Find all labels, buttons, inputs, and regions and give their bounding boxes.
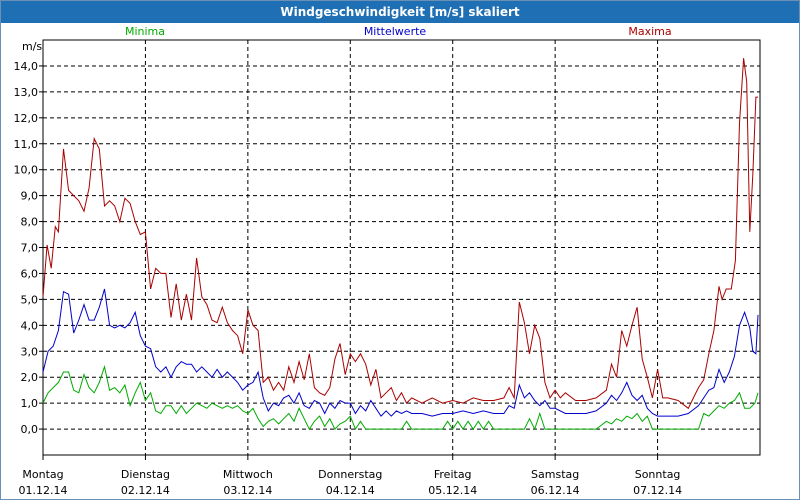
x-tick-date: 07.12.14 bbox=[633, 484, 682, 497]
y-tick-label: 3,0 bbox=[21, 345, 39, 358]
y-tick-label: 5,0 bbox=[21, 293, 39, 306]
x-tick-day: Mittwoch bbox=[223, 468, 273, 481]
y-tick-label: 14,0 bbox=[14, 60, 39, 73]
x-tick-day: Dienstag bbox=[121, 468, 170, 481]
y-axis-ticks: 14,0 13,0 12,0 11,0 10,0 9,0 8,0 7,0 6,0 5,0 4,0 3,… bbox=[14, 60, 43, 436]
x-tick-day: Donnerstag bbox=[318, 468, 382, 481]
x-axis-ticks: Montag 01.12.14 Dienstag 02.12.14 Mittwoch 03… bbox=[19, 455, 682, 497]
x-tick-date: 03.12.14 bbox=[223, 484, 272, 497]
series-line-minima bbox=[42, 364, 759, 431]
y-tick-label: 2,0 bbox=[21, 371, 39, 384]
wind-speed-chart: 14,0 13,0 12,0 11,0 10,0 9,0 8,0 7,0 6,0 5,0 4,0 3,… bbox=[14, 25, 761, 497]
series-line-maxima bbox=[42, 58, 758, 410]
x-tick-date: 02.12.14 bbox=[121, 484, 170, 497]
x-tick-day: Samstag bbox=[531, 468, 579, 481]
y-tick-label: 9,0 bbox=[21, 190, 39, 203]
x-tick-day: Sonntag bbox=[635, 468, 681, 481]
chart-series bbox=[42, 58, 759, 431]
x-tick-date: 05.12.14 bbox=[428, 484, 477, 497]
x-tick-date: 01.12.14 bbox=[19, 484, 68, 497]
legend-minima: Minima bbox=[125, 25, 165, 38]
chart-legend: Minima Mittelwerte Maxima bbox=[125, 25, 672, 38]
y-tick-label: 6,0 bbox=[21, 267, 39, 280]
y-tick-label: 10,0 bbox=[14, 164, 39, 177]
y-tick-label: 12,0 bbox=[14, 112, 39, 125]
x-tick-date: 04.12.14 bbox=[326, 484, 375, 497]
legend-mittelwerte: Mittelwerte bbox=[364, 25, 427, 38]
legend-maxima: Maxima bbox=[628, 25, 671, 38]
y-tick-label: 4,0 bbox=[21, 319, 39, 332]
y-tick-label: 7,0 bbox=[21, 242, 39, 255]
x-tick-date: 06.12.14 bbox=[531, 484, 580, 497]
x-tick-day: Montag bbox=[22, 468, 63, 481]
x-tick-day: Freitag bbox=[434, 468, 472, 481]
y-axis-label: m/s bbox=[22, 40, 42, 53]
y-tick-label: 0,0 bbox=[21, 423, 39, 436]
y-tick-label: 11,0 bbox=[14, 138, 39, 151]
y-tick-label: 1,0 bbox=[21, 397, 39, 410]
y-tick-label: 13,0 bbox=[14, 86, 39, 99]
series-line-mittelwerte bbox=[42, 288, 759, 417]
y-tick-label: 8,0 bbox=[21, 216, 39, 229]
